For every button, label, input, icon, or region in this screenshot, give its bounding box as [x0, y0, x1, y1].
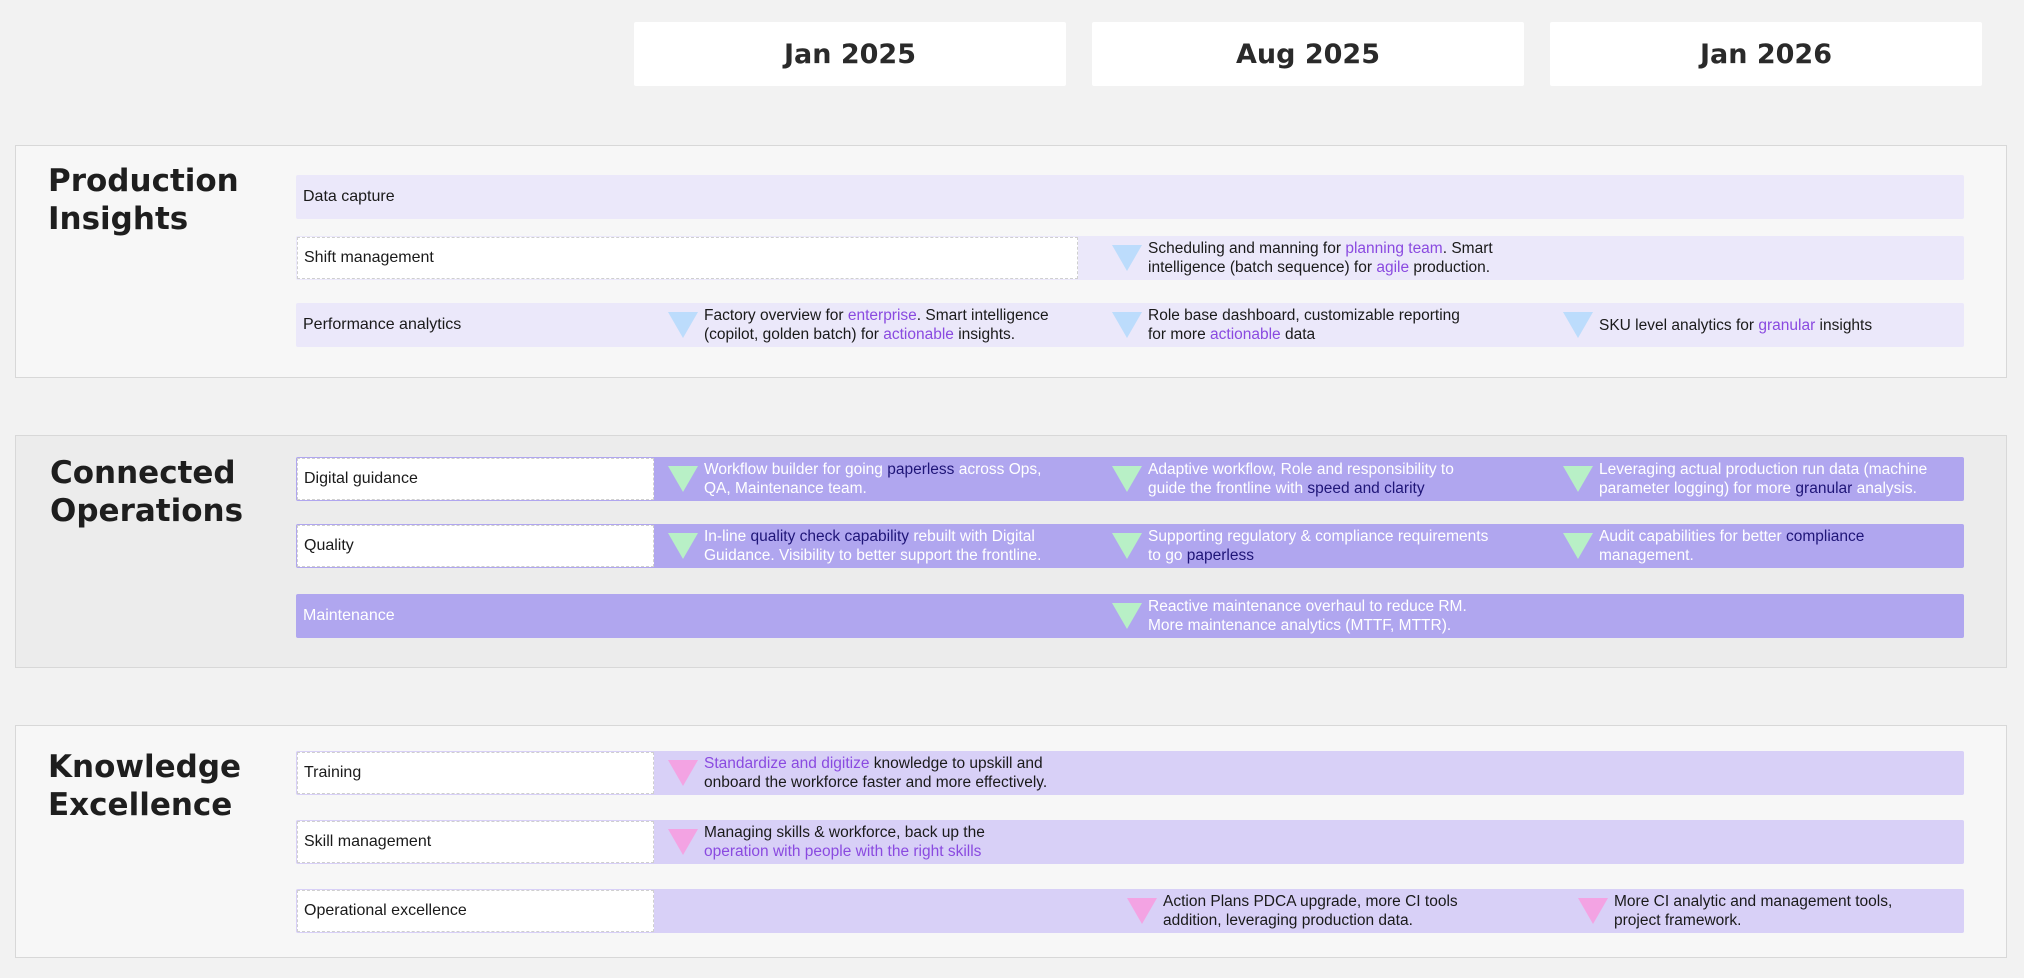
milestone-text: Adaptive workflow, Role and responsibili… — [1148, 461, 1454, 497]
milestone-quality-jan-2025: In-line quality check capability rebuilt… — [668, 524, 1041, 568]
blue-triangle-icon — [1112, 312, 1142, 338]
row-label-shift-management: Shift management — [297, 237, 1078, 279]
blue-triangle-icon — [1563, 312, 1593, 338]
milestone-shift-aug-2025: Scheduling and manning for planning team… — [1112, 236, 1493, 280]
blue-triangle-icon — [1112, 245, 1142, 271]
green-triangle-icon — [1112, 603, 1142, 629]
milestone-text: Scheduling and manning for planning team… — [1148, 240, 1493, 276]
milestone-text: Managing skills & workforce, back up the… — [704, 824, 985, 860]
milestone-performance-jan-2026: SKU level analytics for granular insight… — [1563, 303, 1872, 347]
green-triangle-icon — [668, 533, 698, 559]
section-title-line: Knowledge — [48, 749, 242, 785]
section-title: Connected Operations — [50, 454, 243, 530]
milestone-digital-jan-2025: Workflow builder for going paperless acr… — [668, 457, 1041, 501]
section-title-line: Operations — [50, 493, 244, 529]
milestone-maintenance-aug-2025: Reactive maintenance overhaul to reduce … — [1112, 594, 1467, 638]
green-triangle-icon — [1563, 533, 1593, 559]
milestone-digital-jan-2026: Leveraging actual production run data (m… — [1563, 457, 1927, 501]
row-label-maintenance: Maintenance — [303, 607, 395, 624]
row-label-data-capture: Data capture — [303, 188, 395, 205]
milestone-digital-aug-2025: Adaptive workflow, Role and responsibili… — [1112, 457, 1454, 501]
row-label-operational-excellence: Operational excellence — [297, 890, 654, 932]
blue-triangle-icon — [668, 312, 698, 338]
green-triangle-icon — [1112, 466, 1142, 492]
section-title-line: Production — [48, 163, 239, 199]
milestone-quality-jan-2026: Audit capabilities for better compliance… — [1563, 524, 1864, 568]
milestone-opex-jan-2026: More CI analytic and management tools, p… — [1578, 889, 1892, 933]
milestone-text: Factory overview for enterprise. Smart i… — [704, 307, 1049, 343]
green-triangle-icon — [1112, 533, 1142, 559]
milestone-performance-jan-2025: Factory overview for enterprise. Smart i… — [668, 303, 1049, 347]
milestone-training-jan-2025: Standardize and digitize knowledge to up… — [668, 751, 1047, 795]
pink-triangle-icon — [668, 760, 698, 786]
column-header-jan-2025: Jan 2025 — [634, 22, 1066, 86]
section-title-line: Excellence — [48, 787, 233, 823]
column-header-aug-2025: Aug 2025 — [1092, 22, 1524, 86]
row-label-digital-guidance: Digital guidance — [297, 458, 654, 500]
row-label-performance-analytics: Performance analytics — [303, 316, 462, 333]
milestone-text: Action Plans PDCA upgrade, more CI tools… — [1163, 893, 1458, 929]
milestone-text: Leveraging actual production run data (m… — [1599, 461, 1928, 497]
row-label-skill-management: Skill management — [297, 821, 654, 863]
row-bar-data-capture — [296, 175, 1964, 219]
milestone-text: In-line quality check capability rebuilt… — [704, 528, 1042, 564]
section-title: Knowledge Excellence — [48, 748, 241, 824]
milestone-performance-aug-2025: Role base dashboard, customizable report… — [1112, 303, 1460, 347]
milestone-text: Reactive maintenance overhaul to reduce … — [1148, 598, 1467, 634]
green-triangle-icon — [668, 466, 698, 492]
section-title: Production Insights — [48, 162, 239, 238]
milestone-text: Workflow builder for going paperless acr… — [704, 461, 1042, 497]
section-title-line: Connected — [50, 455, 236, 491]
milestone-text: Role base dashboard, customizable report… — [1148, 307, 1460, 343]
row-label-quality: Quality — [297, 525, 654, 567]
milestone-text: Supporting regulatory & compliance requi… — [1148, 528, 1489, 564]
milestone-text: More CI analytic and management tools, p… — [1614, 893, 1893, 929]
column-header-jan-2026: Jan 2026 — [1550, 22, 1982, 86]
milestone-text: SKU level analytics for granular insight… — [1599, 316, 1873, 334]
milestone-text: Standardize and digitize knowledge to up… — [704, 755, 1048, 791]
milestone-text: Audit capabilities for better compliance… — [1599, 528, 1865, 564]
milestone-quality-aug-2025: Supporting regulatory & compliance requi… — [1112, 524, 1488, 568]
pink-triangle-icon — [668, 829, 698, 855]
row-label-training: Training — [297, 752, 654, 794]
pink-triangle-icon — [1578, 898, 1608, 924]
section-title-line: Insights — [48, 201, 189, 237]
milestone-skill-jan-2025: Managing skills & workforce, back up the… — [668, 820, 985, 864]
pink-triangle-icon — [1127, 898, 1157, 924]
green-triangle-icon — [1563, 466, 1593, 492]
milestone-opex-aug-2025: Action Plans PDCA upgrade, more CI tools… — [1127, 889, 1458, 933]
